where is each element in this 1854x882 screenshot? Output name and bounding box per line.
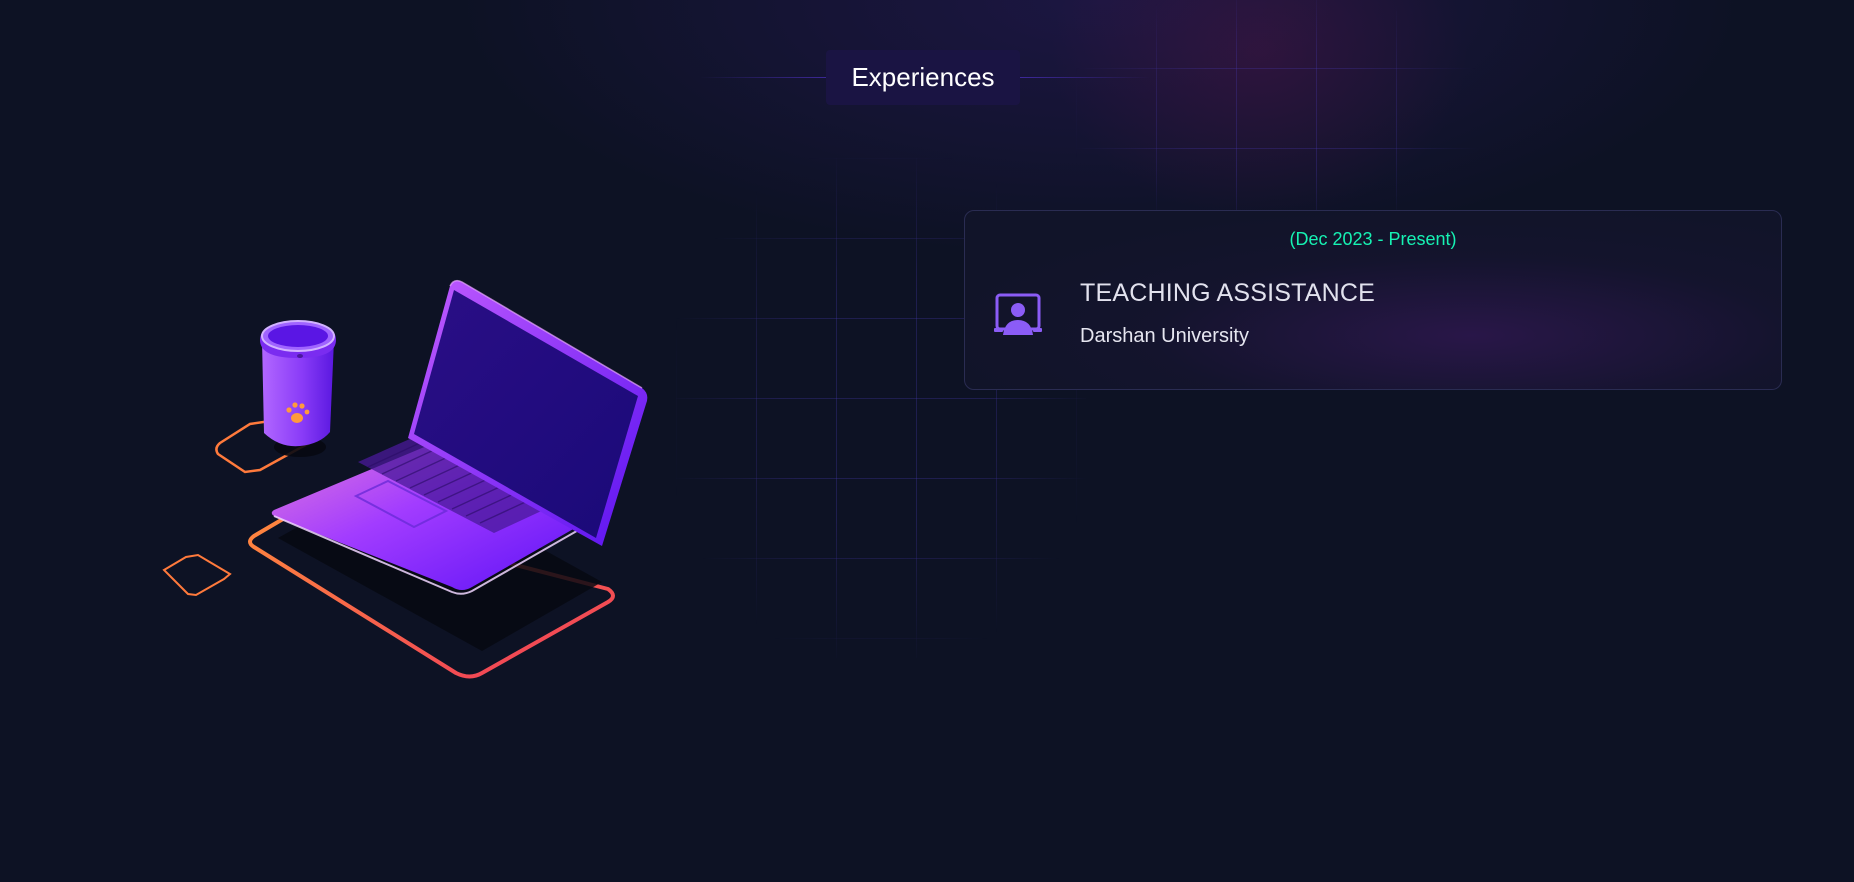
experience-organization: Darshan University	[1080, 325, 1249, 347]
presenter-icon	[994, 293, 1042, 335]
background-glow-accent	[1050, 0, 1470, 220]
experience-period: (Dec 2023 - Present)	[1289, 229, 1457, 249]
laptop-coffee-illustration	[162, 279, 648, 679]
experience-role: TEACHING ASSISTANCE	[1080, 279, 1376, 307]
experience-section: Experiences (Dec 2023 - Present) TEACHIN…	[0, 0, 1854, 882]
background-grid-top	[1076, 0, 1476, 238]
experience-card[interactable]: (Dec 2023 - Present) TEACHING ASSISTANCE…	[964, 210, 1782, 390]
section-title: Experiences	[826, 50, 1020, 105]
